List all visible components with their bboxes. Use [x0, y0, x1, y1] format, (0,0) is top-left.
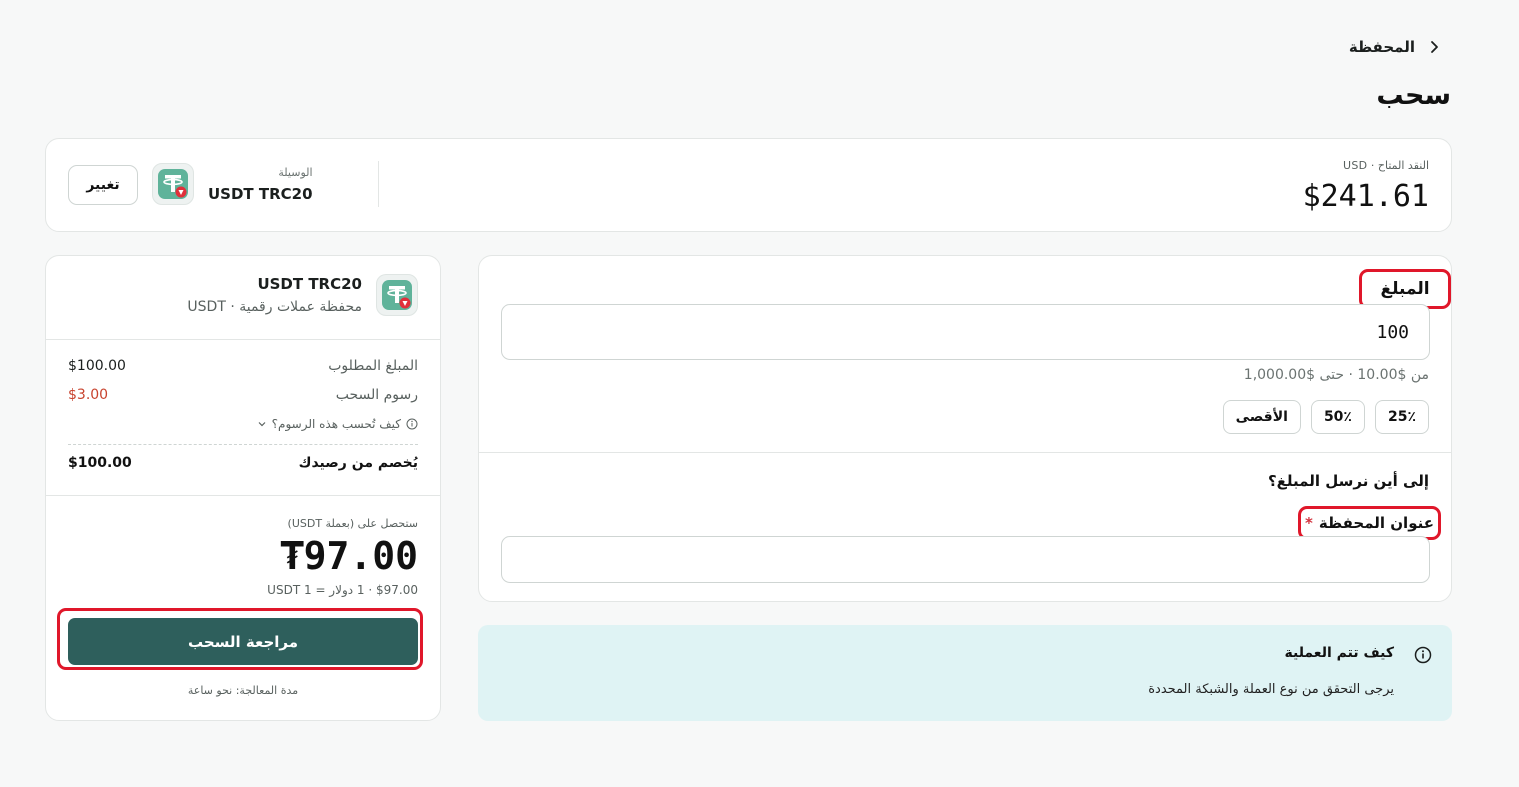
required-mark: * — [1305, 514, 1313, 532]
chevron-down-icon — [258, 422, 266, 427]
fee-value: $3.00 — [68, 387, 109, 403]
usdt-tron-icon — [376, 274, 418, 316]
divider — [479, 452, 1451, 453]
deducted-label: يُخصم من رصيدك — [298, 455, 418, 471]
requested-value: $100.00 — [68, 358, 126, 374]
fee-help-toggle[interactable]: كيف تُحسب هذه الرسوم؟ — [257, 417, 418, 431]
wallet-label-text: عنوان المحفظة — [1318, 514, 1434, 532]
divider — [68, 444, 418, 445]
receive-value: ₮97.00 — [280, 534, 418, 578]
receive-label: ستحصل على (بعملة USDT) — [287, 517, 418, 530]
summary-subtitle: محفظة عملات رقمية · USDT — [187, 299, 362, 315]
deducted-value: $100.00 — [68, 455, 132, 471]
rate-line: $97.00 · 1 دولار = 1 USDT — [267, 583, 418, 597]
review-withdraw-button[interactable]: مراجعة السحب — [68, 618, 418, 665]
breadcrumb[interactable]: المحفظة — [1349, 38, 1441, 56]
requested-row: المبلغ المطلوب $100.00 — [68, 358, 418, 374]
info-body: يرجى التحقق من نوع العملة والشبكة المحدد… — [1148, 682, 1394, 697]
divider — [46, 495, 440, 496]
breadcrumb-label: المحفظة — [1348, 38, 1415, 56]
amount-input[interactable] — [501, 304, 1430, 360]
method-caption: الوسيلة — [278, 165, 313, 179]
fee-row: رسوم السحب $3.00 — [68, 387, 418, 403]
processing-time: مدة المعالجة: نحو ساعة — [187, 684, 299, 697]
withdraw-form: المبلغ من $10.00 · حتى $1,000.00 25٪ 50٪… — [478, 255, 1452, 602]
requested-label: المبلغ المطلوب — [328, 358, 418, 374]
summary-card: USDT TRC20 محفظة عملات رقمية · USDT المب… — [45, 255, 441, 721]
summary-header: USDT TRC20 محفظة عملات رقمية · USDT — [187, 274, 418, 316]
amount-range-hint: من $10.00 · حتى $1,000.00 — [1243, 367, 1429, 383]
pct-25-button[interactable]: 25٪ — [1374, 400, 1429, 434]
fee-label: رسوم السحب — [335, 387, 418, 403]
divider — [46, 339, 440, 340]
method-name: USDT TRC20 — [208, 184, 313, 203]
pct-50-button[interactable]: 50٪ — [1310, 400, 1365, 434]
deducted-row: يُخصم من رصيدك $100.00 — [68, 455, 418, 471]
destination-title: إلى أين نرسل المبلغ؟ — [1267, 472, 1429, 490]
chevron-left-icon — [1431, 41, 1438, 53]
info-icon — [1414, 646, 1432, 664]
wallet-address-label: عنوان المحفظة * — [1298, 506, 1441, 540]
page-title: سحب — [1376, 80, 1451, 111]
max-button[interactable]: الأقصى — [1222, 400, 1301, 434]
info-panel: كيف تتم العملية يرجى التحقق من نوع العمل… — [478, 625, 1452, 721]
info-icon — [406, 418, 418, 430]
balance-card: النقد المتاح · USD $241.61 الوسيلة USDT … — [45, 138, 1452, 232]
payment-method: الوسيلة USDT TRC20 — [152, 163, 313, 205]
change-method-button[interactable]: تغيير — [68, 165, 138, 205]
amount-label: المبلغ — [1359, 269, 1451, 309]
divider — [378, 161, 379, 207]
available-balance-label: النقد المتاح · USD — [1343, 159, 1429, 172]
summary-asset: USDT TRC20 — [257, 275, 362, 293]
wallet-address-input[interactable] — [501, 536, 1430, 583]
fee-help-label: كيف تُحسب هذه الرسوم؟ — [271, 417, 401, 431]
percent-buttons: 25٪ 50٪ الأقصى — [1222, 400, 1429, 434]
available-balance-value: $241.61 — [1302, 179, 1429, 214]
usdt-tron-icon — [152, 163, 194, 205]
info-title: كيف تتم العملية — [1284, 645, 1395, 661]
